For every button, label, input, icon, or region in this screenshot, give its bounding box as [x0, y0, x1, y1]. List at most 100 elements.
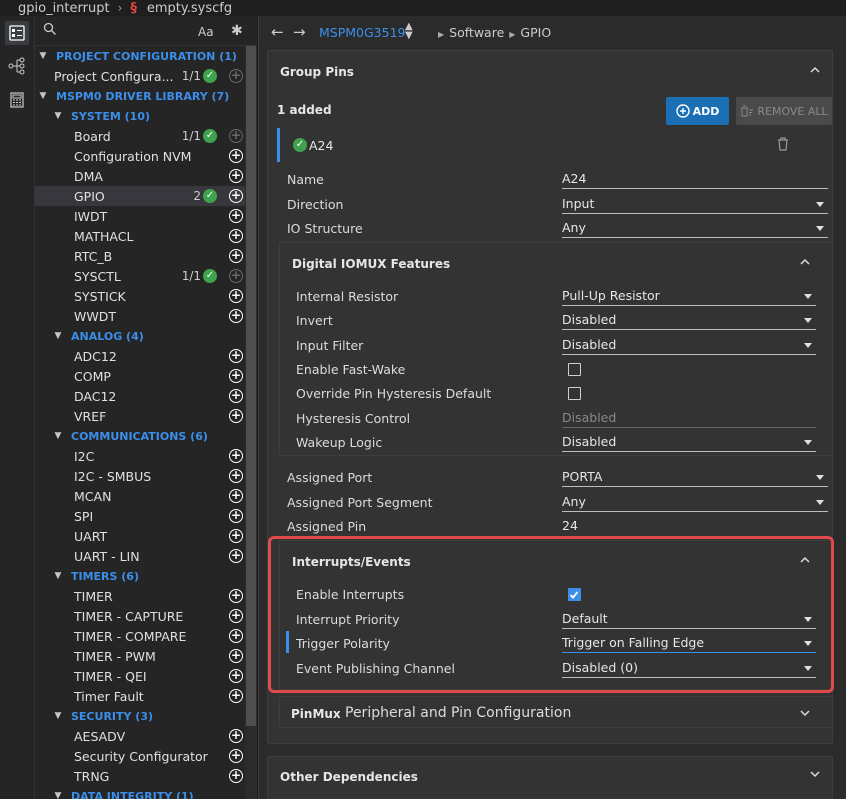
- tree-item[interactable]: IWDT +: [35, 206, 245, 226]
- add-instance-icon[interactable]: +: [229, 589, 243, 603]
- calculator-icon[interactable]: [5, 88, 29, 112]
- chevron-down-icon[interactable]: ▼: [38, 51, 48, 61]
- select-field[interactable]: Disabled: [562, 434, 816, 452]
- dropdown-arrow-icon[interactable]: [804, 665, 812, 671]
- select-field[interactable]: Default: [562, 611, 816, 629]
- chevron-up-icon[interactable]: [800, 257, 810, 267]
- tree-item[interactable]: WWDT +: [35, 306, 245, 326]
- tree-item[interactable]: UART +: [35, 526, 245, 546]
- tree-item[interactable]: DAC12 +: [35, 386, 245, 406]
- chevron-down-icon[interactable]: ▼: [53, 431, 63, 441]
- tree-item[interactable]: AESADV +: [35, 726, 245, 746]
- pin-instance-row[interactable]: ✓ A24: [277, 128, 831, 162]
- tree-category[interactable]: ▼ MSPM0 DRIVER LIBRARY (7): [35, 86, 245, 106]
- select-field[interactable]: Disabled (0): [562, 660, 816, 678]
- add-instance-icon[interactable]: +: [229, 549, 243, 563]
- tree-category[interactable]: ▼ PROJECT CONFIGURATION (1): [35, 46, 245, 66]
- add-button[interactable]: ADD: [666, 97, 729, 125]
- select-field[interactable]: Disabled: [562, 312, 816, 331]
- add-instance-icon[interactable]: +: [229, 729, 243, 743]
- dropdown-arrow-icon[interactable]: [804, 318, 812, 324]
- add-instance-icon[interactable]: +: [229, 209, 243, 223]
- dropdown-arrow-icon[interactable]: [804, 439, 812, 445]
- scrollbar-thumb[interactable]: [246, 46, 256, 726]
- tree-item[interactable]: Board 1/1 ✓ +: [35, 126, 245, 146]
- dropdown-arrow-icon[interactable]: [804, 294, 812, 299]
- back-arrow-icon[interactable]: ←: [271, 23, 284, 41]
- tree-category[interactable]: ▼ DATA INTEGRITY (1): [35, 786, 245, 799]
- tree-category[interactable]: ▼ SECURITY (3): [35, 706, 245, 726]
- select-field[interactable]: Input: [562, 196, 828, 214]
- add-instance-icon[interactable]: +: [229, 649, 243, 663]
- add-instance-icon[interactable]: +: [229, 369, 243, 383]
- device-selector[interactable]: MSPM0G3519: [319, 25, 406, 40]
- add-instance-icon[interactable]: +: [229, 629, 243, 643]
- tree-item[interactable]: SPI +: [35, 506, 245, 526]
- tree-item[interactable]: TRNG +: [35, 766, 245, 786]
- sidebar-scrollbar[interactable]: [245, 46, 257, 799]
- add-instance-icon[interactable]: +: [229, 249, 243, 263]
- tree-item[interactable]: TIMER - CAPTURE +: [35, 606, 245, 626]
- dropdown-arrow-icon[interactable]: [816, 499, 824, 505]
- tree-item[interactable]: MATHACL +: [35, 226, 245, 246]
- breadcrumb-file[interactable]: empty.syscfg: [147, 1, 232, 16]
- dropdown-arrow-icon[interactable]: [804, 616, 812, 622]
- tree-item[interactable]: TIMER +: [35, 586, 245, 606]
- add-instance-icon[interactable]: +: [229, 449, 243, 463]
- chevron-down-icon[interactable]: [810, 769, 820, 779]
- add-instance-icon[interactable]: +: [229, 749, 243, 763]
- match-case-toggle[interactable]: Aa: [198, 25, 214, 39]
- chevron-down-icon[interactable]: ▼: [53, 331, 63, 341]
- search-icon[interactable]: [43, 22, 57, 39]
- checkbox[interactable]: [568, 387, 581, 401]
- tree-item[interactable]: Project Configura... 1/1 ✓ +: [35, 66, 245, 86]
- checkbox[interactable]: [568, 362, 581, 376]
- add-instance-icon[interactable]: +: [229, 309, 243, 323]
- tree-item[interactable]: VREF +: [35, 406, 245, 426]
- add-instance-icon[interactable]: +: [229, 409, 243, 423]
- tree-item[interactable]: TIMER - QEI +: [35, 666, 245, 686]
- add-instance-icon[interactable]: +: [229, 229, 243, 243]
- tree-item[interactable]: SYSTICK +: [35, 286, 245, 306]
- tree-item[interactable]: Configuration NVM +: [35, 146, 245, 166]
- hierarchy-tree-icon[interactable]: [5, 54, 29, 78]
- add-instance-icon[interactable]: +: [229, 69, 243, 83]
- tree-item[interactable]: Security Configurator +: [35, 746, 245, 766]
- filter-star-icon[interactable]: ✱: [231, 23, 243, 39]
- add-instance-icon[interactable]: +: [229, 389, 243, 403]
- tree-item[interactable]: UART - LIN +: [35, 546, 245, 566]
- tree-item[interactable]: I2C +: [35, 446, 245, 466]
- tree-item[interactable]: GPIO 2 ✓ +: [35, 186, 245, 206]
- add-instance-icon[interactable]: +: [229, 509, 243, 523]
- trash-icon[interactable]: [777, 137, 789, 151]
- add-instance-icon[interactable]: +: [229, 169, 243, 183]
- chevron-up-icon[interactable]: [800, 555, 810, 565]
- tree-item[interactable]: ADC12 +: [35, 346, 245, 366]
- select-field[interactable]: Any: [562, 220, 828, 238]
- chevron-up-icon[interactable]: [810, 65, 820, 75]
- forward-arrow-icon[interactable]: →: [293, 23, 306, 41]
- select-field[interactable]: PORTA: [562, 469, 828, 487]
- chevron-down-icon[interactable]: ▼: [53, 711, 63, 721]
- breadcrumb-project[interactable]: gpio_interrupt: [18, 1, 110, 16]
- tree-item[interactable]: DMA +: [35, 166, 245, 186]
- add-instance-icon[interactable]: +: [229, 689, 243, 703]
- text-field[interactable]: A24: [562, 171, 828, 189]
- chevron-down-icon[interactable]: ▼: [53, 111, 63, 121]
- chevron-down-icon[interactable]: [800, 708, 810, 718]
- chevron-down-icon[interactable]: ▼: [38, 91, 48, 101]
- tree-item[interactable]: MCAN +: [35, 486, 245, 506]
- remove-all-button[interactable]: REMOVE ALL: [736, 97, 832, 125]
- select-field[interactable]: Pull-Up Resistor: [562, 288, 816, 306]
- select-field[interactable]: Any: [562, 494, 828, 512]
- tree-category[interactable]: ▼ COMMUNICATIONS (6): [35, 426, 245, 446]
- dropdown-arrow-icon[interactable]: [804, 641, 812, 646]
- add-instance-icon[interactable]: +: [229, 489, 243, 503]
- add-instance-icon[interactable]: +: [229, 609, 243, 623]
- add-instance-icon[interactable]: +: [229, 529, 243, 543]
- add-instance-icon[interactable]: +: [229, 289, 243, 303]
- add-instance-icon[interactable]: +: [229, 349, 243, 363]
- crumb-software[interactable]: Software: [449, 25, 504, 40]
- chevron-down-icon[interactable]: ▼: [53, 571, 63, 581]
- tree-item[interactable]: SYSCTL 1/1 ✓ +: [35, 266, 245, 286]
